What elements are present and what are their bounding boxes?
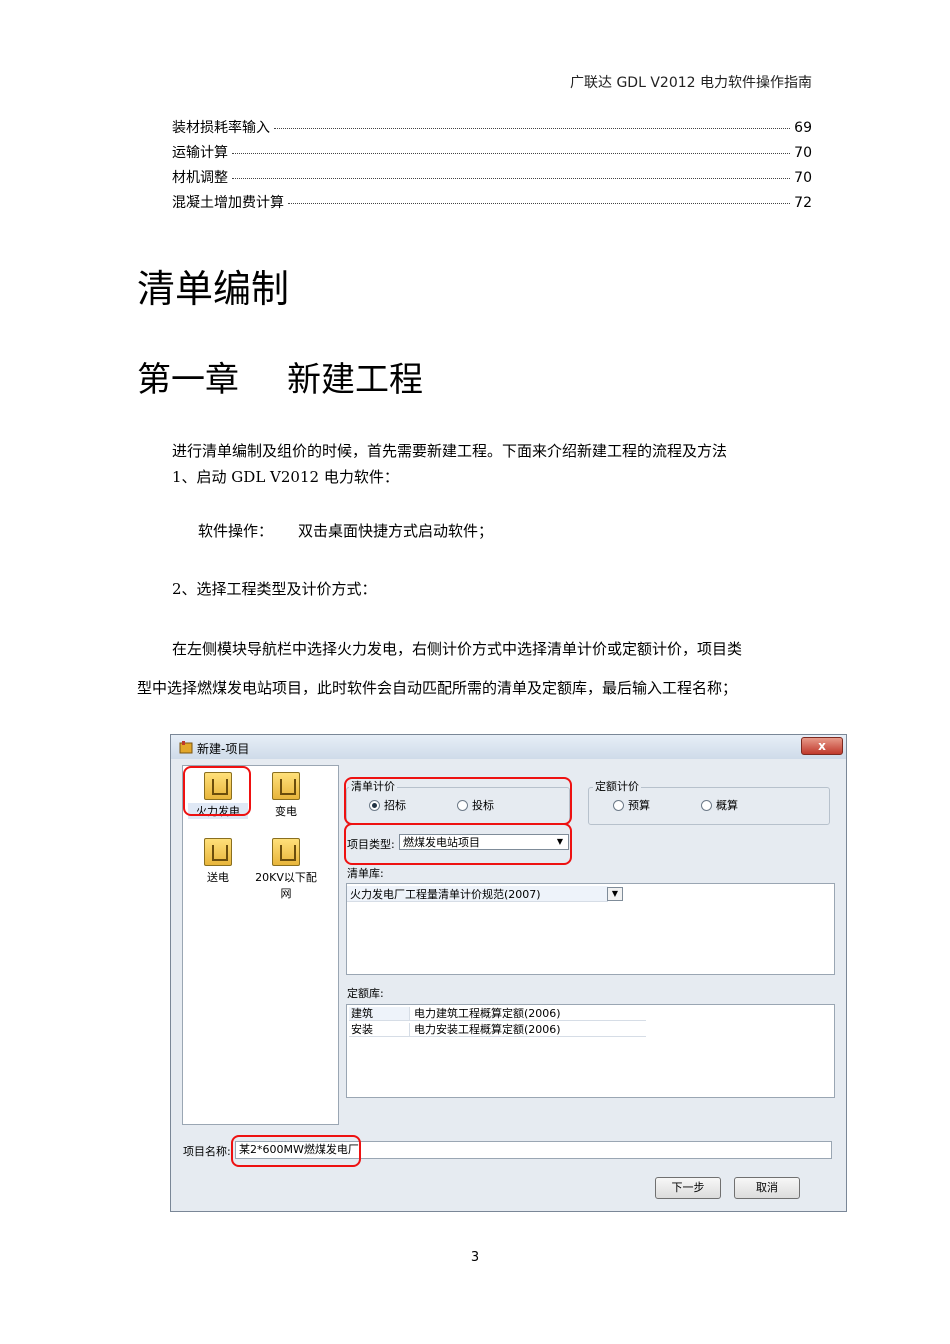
toc-entry[interactable]: 混凝土增加费计算 72 xyxy=(172,192,812,214)
paragraph: 双击桌面快捷方式启动软件； xyxy=(298,522,494,540)
quota-library-list[interactable]: 建筑 电力建筑工程概算定额(2006) 安装 电力安装工程概算定额(2006) xyxy=(346,1004,835,1098)
dialog-title: 新建-项目 xyxy=(197,742,250,756)
bill-library-label: 清单库: xyxy=(347,867,384,880)
toc-leader xyxy=(288,203,791,204)
substation-icon xyxy=(272,772,300,800)
radio-dot xyxy=(701,799,712,811)
paragraph: 在左侧模块导航栏中选择火力发电，右侧计价方式中选择清单计价或定额计价，项目类 xyxy=(172,640,743,658)
toc-entry[interactable]: 装材损耗率输入 69 xyxy=(172,117,812,139)
paragraph: 1、启动 GDL V2012 电力软件： xyxy=(172,468,399,486)
bill-library-list[interactable]: 火力发电厂工程量清单计价规范(2007) ▼ xyxy=(346,883,835,975)
module-distribution[interactable]: 20KV以下配网 xyxy=(253,838,319,901)
paragraph: 型中选择燃煤发电站项目，此时软件会自动匹配所需的清单及定额库，最后输入工程名称； xyxy=(137,679,738,697)
dropdown-arrow-icon[interactable]: ▼ xyxy=(607,887,623,901)
module-label: 变电 xyxy=(275,805,297,818)
toc-leader xyxy=(274,128,791,129)
highlight-bill-pricing xyxy=(344,777,572,825)
toc-leader xyxy=(232,178,791,179)
toc-title: 材机调整 xyxy=(172,170,228,186)
highlight-thermal-power xyxy=(183,766,251,816)
chapter-number: 第一章 xyxy=(137,360,239,400)
toc-title: 运输计算 xyxy=(172,145,228,161)
paragraph-label: 软件操作： xyxy=(198,522,274,540)
highlight-project-name xyxy=(231,1135,361,1167)
radio-budget[interactable]: 预算 xyxy=(613,797,650,813)
toc-leader xyxy=(232,153,791,154)
radio-label: 概算 xyxy=(716,799,738,812)
new-project-dialog: 新建-项目 x 火力发电 变电 送电 20KV以下配网 清单计价 招标 投标 定… xyxy=(170,734,847,1212)
heading-1: 清单编制 xyxy=(137,267,290,311)
module-label: 送电 xyxy=(207,871,229,884)
quota-name: 电力建筑工程概算定额(2006) xyxy=(410,1007,646,1021)
quota-pricing-title: 定额计价 xyxy=(593,778,641,794)
next-button[interactable]: 下一步 xyxy=(655,1177,721,1199)
highlight-project-type xyxy=(344,823,572,865)
bill-library-value: 火力发电厂工程量清单计价规范(2007) xyxy=(350,888,541,901)
transmission-icon xyxy=(204,838,232,866)
close-button[interactable]: x xyxy=(801,737,843,755)
toc-page: 70 xyxy=(794,170,812,186)
quota-name: 电力安装工程概算定额(2006) xyxy=(410,1023,646,1037)
toc-page: 70 xyxy=(794,145,812,161)
quota-library-row[interactable]: 建筑 电力建筑工程概算定额(2006) xyxy=(349,1007,646,1021)
paragraph: 2、选择工程类型及计价方式： xyxy=(172,580,377,598)
quota-library-label: 定额库: xyxy=(347,987,384,1000)
toc-page: 72 xyxy=(794,195,812,211)
project-name-label: 项目名称: xyxy=(183,1145,231,1158)
page-number: 3 xyxy=(470,1250,480,1265)
radio-estimate[interactable]: 概算 xyxy=(701,797,738,813)
page-header: 广联达 GDL V2012 电力软件操作指南 xyxy=(570,75,812,91)
heading-2: 第一章 新建工程 xyxy=(137,352,423,401)
toc-entry[interactable]: 材机调整 70 xyxy=(172,167,812,189)
app-icon xyxy=(179,740,193,754)
quota-library-row[interactable]: 安装 电力安装工程概算定额(2006) xyxy=(349,1023,646,1037)
toc-title: 混凝土增加费计算 xyxy=(172,195,284,211)
bill-library-row[interactable]: 火力发电厂工程量清单计价规范(2007) xyxy=(347,886,608,902)
paragraph: 进行清单编制及组价的时候，首先需要新建工程。下面来介绍新建工程的流程及方法 xyxy=(172,442,728,460)
toc-entry[interactable]: 运输计算 70 xyxy=(172,142,812,164)
radio-dot xyxy=(613,799,624,811)
quota-type: 安装 xyxy=(349,1023,410,1037)
module-label: 20KV以下配网 xyxy=(255,871,317,900)
module-substation[interactable]: 变电 xyxy=(256,772,316,819)
module-nav-panel: 火力发电 变电 送电 20KV以下配网 xyxy=(182,765,339,1125)
toc-title: 装材损耗率输入 xyxy=(172,120,270,136)
distribution-icon xyxy=(272,838,300,866)
dialog-titlebar: 新建-项目 x xyxy=(171,735,846,759)
toc-page: 69 xyxy=(794,120,812,136)
chapter-title: 新建工程 xyxy=(287,360,423,400)
quota-type: 建筑 xyxy=(349,1007,410,1021)
radio-label: 预算 xyxy=(628,799,650,812)
module-transmission[interactable]: 送电 xyxy=(188,838,248,885)
cancel-button[interactable]: 取消 xyxy=(734,1177,800,1199)
